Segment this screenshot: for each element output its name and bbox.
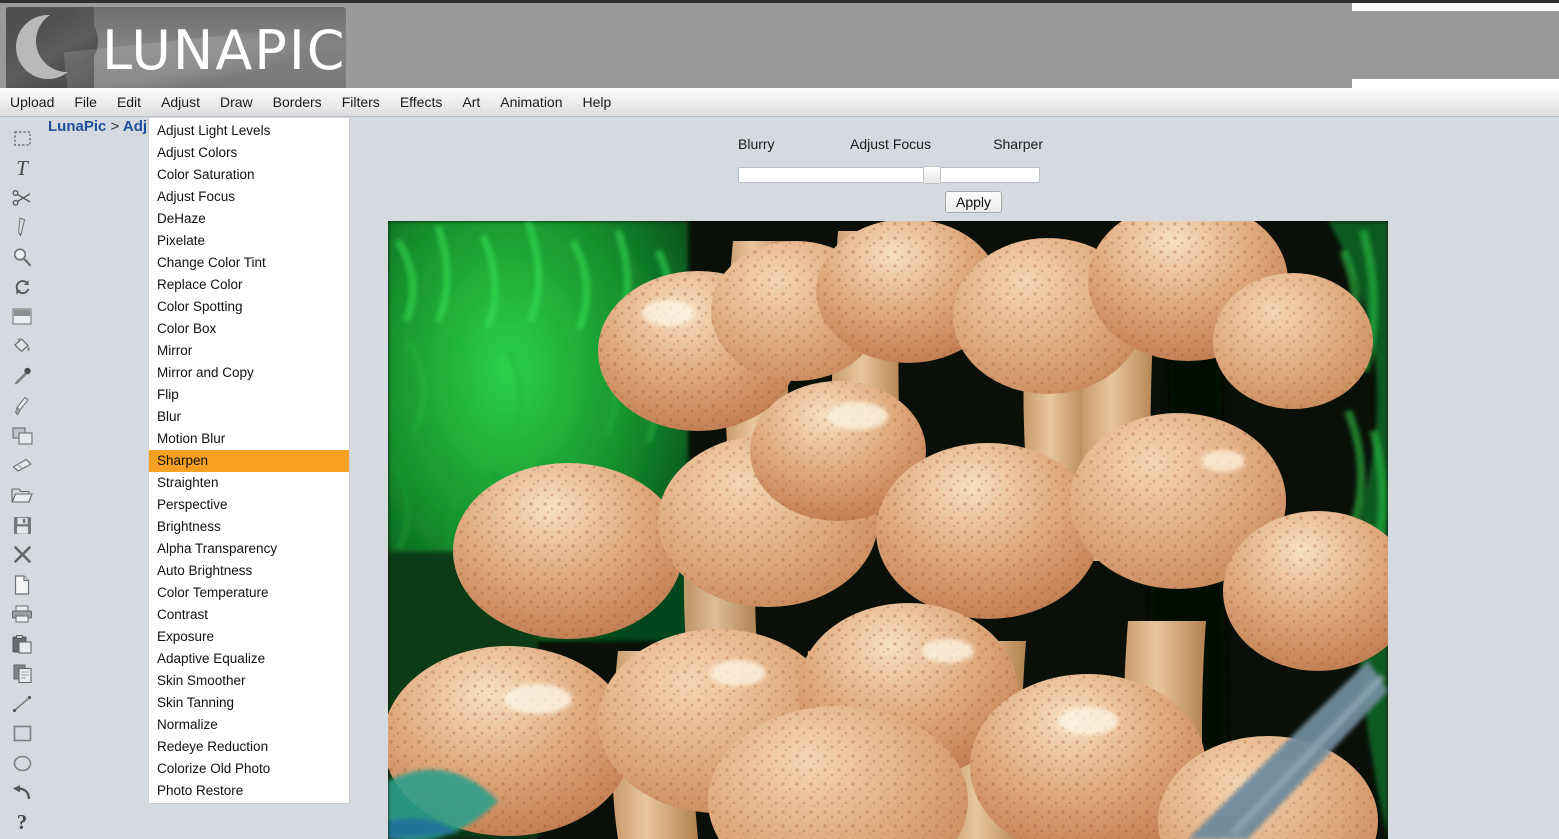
breadcrumb-separator: > [110,118,120,135]
open-folder-icon[interactable] [6,482,38,509]
slider-labels: Blurry Adjust Focus Sharper [738,136,1043,158]
slider-label-blurry: Blurry [738,136,775,152]
menu-draw[interactable]: Draw [210,88,263,117]
menu-filters[interactable]: Filters [332,88,390,117]
dropdown-item-mirror[interactable]: Mirror [149,340,349,362]
dropdown-item-color-temperature[interactable]: Color Temperature [149,582,349,604]
crescent-moon-icon [16,10,98,79]
dropdown-item-adjust-light-levels[interactable]: Adjust Light Levels [149,120,349,142]
dropdown-item-pixelate[interactable]: Pixelate [149,230,349,252]
menu-upload[interactable]: Upload [0,88,64,117]
dropdown-item-exposure[interactable]: Exposure [149,626,349,648]
dropdown-item-skin-smoother[interactable]: Skin Smoother [149,670,349,692]
close-icon[interactable] [6,542,38,569]
lunapic-app: LUNAPIC Upload File Edit Adjust Draw Bor… [0,0,1559,839]
focus-slider[interactable] [738,166,1040,184]
logo-wordmark: LUNAPIC [102,19,346,82]
dropdown-item-blur[interactable]: Blur [149,406,349,428]
mushroom-photo [388,221,1388,839]
dropdown-item-sharpen[interactable]: Sharpen [149,450,349,472]
magnifier-icon[interactable] [6,244,38,271]
slider-label-title: Adjust Focus [850,136,931,152]
menu-animation[interactable]: Animation [490,88,572,117]
eraser-icon[interactable] [6,452,38,479]
menu-adjust[interactable]: Adjust [151,88,210,117]
breadcrumb-current: Adj [122,118,148,135]
app-logo[interactable]: LUNAPIC [6,7,346,89]
adjust-focus-controls: Blurry Adjust Focus Sharper Apply [738,136,1043,215]
paintbrush-icon[interactable] [6,393,38,420]
text-icon[interactable]: T [6,155,38,182]
gradient-icon[interactable] [6,304,38,331]
menu-file[interactable]: File [64,88,107,117]
dropdown-item-adjust-focus[interactable]: Adjust Focus [149,186,349,208]
marquee-select-icon[interactable] [6,125,38,152]
copy-icon[interactable] [6,661,38,688]
dropdown-item-color-box[interactable]: Color Box [149,318,349,340]
menu-effects[interactable]: Effects [390,88,453,117]
dropdown-item-dehaze[interactable]: DeHaze [149,208,349,230]
paste-icon[interactable] [6,631,38,658]
dropdown-item-replace-color[interactable]: Replace Color [149,274,349,296]
dropdown-item-redeye-reduction[interactable]: Redeye Reduction [149,736,349,758]
dropdown-item-mirror-and-copy[interactable]: Mirror and Copy [149,362,349,384]
dropdown-item-color-spotting[interactable]: Color Spotting [149,296,349,318]
undo-icon[interactable] [6,780,38,807]
circle-icon[interactable] [6,750,38,777]
dropdown-item-alpha-transparency[interactable]: Alpha Transparency [149,538,349,560]
app-banner: LUNAPIC [0,0,1559,91]
image-canvas[interactable] [388,221,1388,839]
apply-row: Apply [738,191,1043,215]
scissors-icon[interactable] [6,185,38,212]
dropdown-item-color-saturation[interactable]: Color Saturation [149,164,349,186]
dropdown-item-colorize-old-photo[interactable]: Colorize Old Photo [149,758,349,780]
dropdown-item-change-color-tint[interactable]: Change Color Tint [149,252,349,274]
print-icon[interactable] [6,601,38,628]
breadcrumb-root[interactable]: LunaPic [48,118,106,135]
dropdown-item-motion-blur[interactable]: Motion Blur [149,428,349,450]
dropdown-item-contrast[interactable]: Contrast [149,604,349,626]
dropdown-item-brightness[interactable]: Brightness [149,516,349,538]
menu-borders[interactable]: Borders [263,88,332,117]
dropdown-item-auto-brightness[interactable]: Auto Brightness [149,560,349,582]
apply-button[interactable]: Apply [945,191,1003,213]
menu-edit[interactable]: Edit [107,88,151,117]
rectangle-icon[interactable] [6,720,38,747]
rotate-icon[interactable] [6,274,38,301]
dropdown-item-perspective[interactable]: Perspective [149,494,349,516]
dropdown-item-skin-tanning[interactable]: Skin Tanning [149,692,349,714]
focus-slider-track[interactable] [738,167,1040,183]
menu-help[interactable]: Help [573,88,622,117]
layers-icon[interactable] [6,423,38,450]
main-menubar: Upload File Edit Adjust Draw Borders Fil… [0,88,1559,117]
pencil-icon[interactable] [6,214,38,241]
left-toolbar: T ? [0,117,44,839]
dropdown-item-straighten[interactable]: Straighten [149,472,349,494]
slider-label-sharper: Sharper [993,136,1043,152]
paint-bucket-icon[interactable] [6,333,38,360]
dropdown-item-adjust-colors[interactable]: Adjust Colors [149,142,349,164]
banner-top-strip [1352,3,1559,11]
dropdown-item-normalize[interactable]: Normalize [149,714,349,736]
dropdown-item-photo-restore[interactable]: Photo Restore [149,780,349,802]
new-file-icon[interactable] [6,571,38,598]
dropdown-item-adaptive-equalize[interactable]: Adaptive Equalize [149,648,349,670]
focus-slider-thumb[interactable] [923,166,941,184]
dropdown-item-flip[interactable]: Flip [149,384,349,406]
save-icon[interactable] [6,512,38,539]
eyedropper-icon[interactable] [6,363,38,390]
menu-art[interactable]: Art [452,88,490,117]
breadcrumb: LunaPic > Adj [48,118,147,135]
logo-moon-panel [6,7,98,89]
adjust-dropdown-menu: Adjust Light Levels Adjust Colors Color … [148,118,350,804]
line-icon[interactable] [6,690,38,717]
help-icon[interactable]: ? [6,809,38,836]
